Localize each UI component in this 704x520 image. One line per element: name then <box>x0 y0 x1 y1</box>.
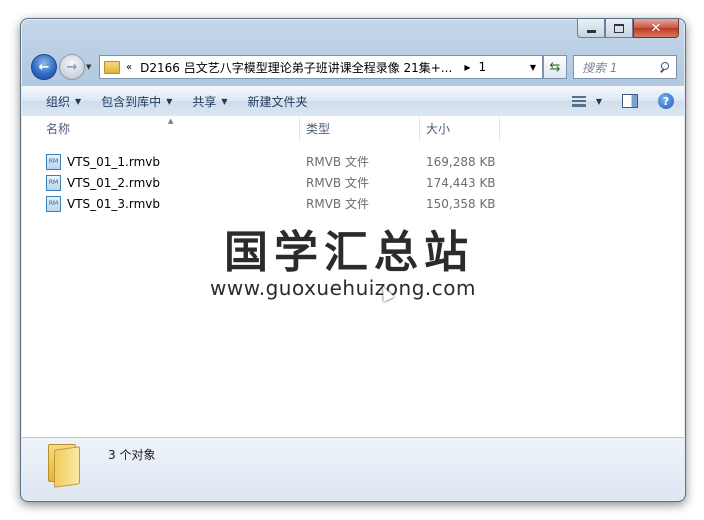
search-input[interactable]: 搜索 1 <box>582 59 660 76</box>
minimize-icon <box>586 29 596 33</box>
rmvb-file-icon: RM <box>46 174 61 191</box>
view-list-icon[interactable] <box>571 95 586 107</box>
address-crumb-current[interactable]: 1 <box>478 60 486 74</box>
file-list: 名称 ▲ 类型 大小 RM VTS_01_1.rmvb RMVB 文件 169,… <box>22 116 684 437</box>
close-icon: ✕ <box>650 20 662 36</box>
new-folder-label: 新建文件夹 <box>247 94 308 109</box>
column-type[interactable]: 类型 <box>300 116 420 141</box>
file-type: RMVB 文件 <box>306 155 369 169</box>
column-header: 名称 ▲ 类型 大小 <box>22 116 684 141</box>
file-name: VTS_01_2.rmvb <box>67 175 161 190</box>
organize-button[interactable]: 组织 ▼ <box>36 89 91 113</box>
file-type: RMVB 文件 <box>306 176 369 190</box>
organize-label: 组织 <box>46 94 71 109</box>
address-crumb-parent[interactable]: D2166 吕文艺八字模型理论弟子班讲课全程录像 21集+... <box>140 59 452 76</box>
folder-icon <box>104 60 120 74</box>
caption-buttons: ✕ <box>577 19 679 38</box>
back-button[interactable]: ← <box>31 54 57 80</box>
watermark-logo: 国学汇总站 <box>224 227 474 278</box>
chevron-down-icon: ▼ <box>221 96 228 106</box>
address-dropdown-icon[interactable]: ▼ <box>530 63 536 72</box>
new-folder-button[interactable]: 新建文件夹 <box>238 89 318 113</box>
refresh-icon: ⇆ <box>549 59 561 75</box>
sort-ascending-icon: ▲ <box>168 117 174 125</box>
mouse-cursor-icon <box>377 284 395 302</box>
rmvb-file-icon: RM <box>46 195 61 212</box>
address-bar[interactable]: « D2166 吕文艺八字模型理论弟子班讲课全程录像 21集+... ▶ 1 ▼ <box>99 55 543 79</box>
forward-arrow-icon: → <box>66 59 78 75</box>
file-size: 150,358 KB <box>426 196 496 211</box>
include-library-label: 包含到库中 <box>101 94 162 109</box>
crumb-separator-icon[interactable]: ▶ <box>464 63 470 72</box>
explorer-window: ✕ ← → ▼ « D2166 吕文艺八字模型理论弟子班讲课全程录像 21集+.… <box>20 18 686 502</box>
column-size[interactable]: 大小 <box>420 116 500 141</box>
command-bar: 组织 ▼ 包含到库中 ▼ 共享 ▼ 新建文件夹 ▼ ? <box>22 85 684 117</box>
column-name[interactable]: 名称 <box>22 116 300 141</box>
close-button[interactable]: ✕ <box>633 19 679 38</box>
refresh-button[interactable]: ⇆ <box>543 55 567 79</box>
search-icon <box>660 62 670 72</box>
rmvb-file-icon: RM <box>46 153 61 170</box>
maximize-icon <box>614 23 624 33</box>
share-button[interactable]: 共享 ▼ <box>182 89 237 113</box>
view-dropdown-icon[interactable]: ▼ <box>596 97 602 106</box>
maximize-button[interactable] <box>605 19 633 38</box>
recent-pages-dropdown[interactable]: ▼ <box>86 63 91 71</box>
watermark-url: www.guoxuehuizong.com <box>210 276 476 300</box>
preview-pane-icon[interactable] <box>622 94 638 108</box>
include-library-button[interactable]: 包含到库中 ▼ <box>91 89 182 113</box>
column-type-label: 类型 <box>306 122 331 136</box>
chevron-down-icon: ▼ <box>166 96 173 106</box>
back-arrow-icon: ← <box>38 59 50 75</box>
share-label: 共享 <box>192 94 217 109</box>
address-overflow[interactable]: « <box>126 62 132 73</box>
file-row[interactable]: RM VTS_01_3.rmvb RMVB 文件 150,358 KB <box>22 193 502 214</box>
column-name-label: 名称 <box>46 122 71 136</box>
forward-button[interactable]: → <box>59 54 85 80</box>
help-icon[interactable]: ? <box>658 93 674 109</box>
search-box[interactable]: 搜索 1 <box>573 55 677 79</box>
column-size-label: 大小 <box>426 122 451 136</box>
toolbar-right: ▼ ? <box>571 93 684 109</box>
minimize-button[interactable] <box>577 19 605 38</box>
file-type: RMVB 文件 <box>306 197 369 211</box>
file-name: VTS_01_1.rmvb <box>67 154 161 169</box>
file-row[interactable]: RM VTS_01_2.rmvb RMVB 文件 174,443 KB <box>22 172 502 193</box>
item-count: 3 个对象 <box>108 448 156 462</box>
file-size: 169,288 KB <box>426 154 496 169</box>
file-size: 174,443 KB <box>426 175 496 190</box>
file-row[interactable]: RM VTS_01_1.rmvb RMVB 文件 169,288 KB <box>22 151 502 172</box>
details-pane: 3 个对象 <box>22 437 684 500</box>
folder-large-icon <box>48 444 80 488</box>
file-name: VTS_01_3.rmvb <box>67 196 161 211</box>
chevron-down-icon: ▼ <box>75 96 82 106</box>
